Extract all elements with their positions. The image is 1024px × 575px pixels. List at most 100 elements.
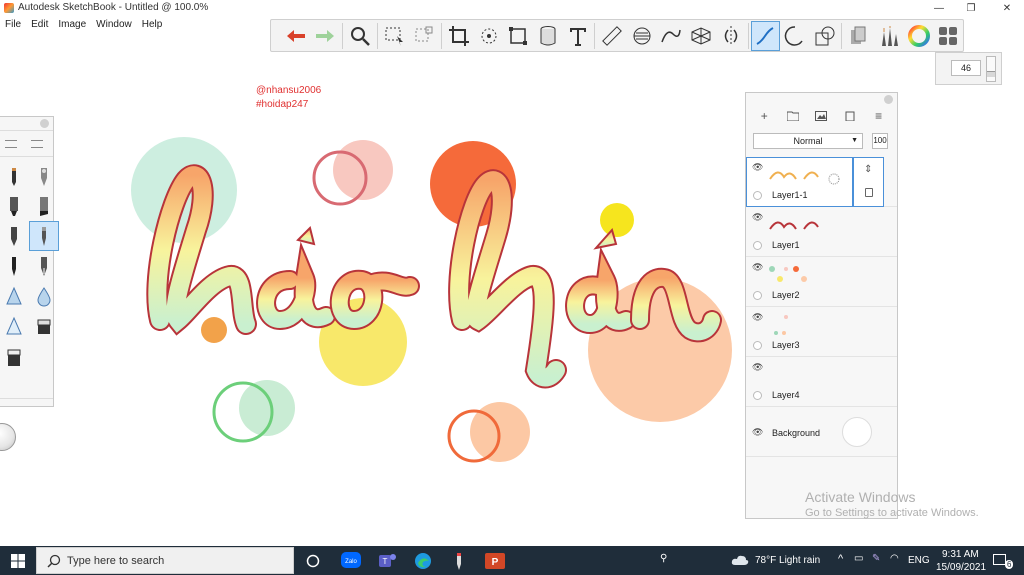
powerpoint-icon[interactable]: P [478,548,512,573]
airbrush-icon[interactable] [29,161,59,191]
pen-icon[interactable]: ✎ [872,553,880,564]
visibility-eye-icon[interactable]: 👁 [752,262,763,273]
perspective-icon[interactable] [686,21,716,51]
menu-help[interactable]: Help [137,17,168,33]
triangle-brush-icon[interactable] [0,281,29,311]
palette-header [0,117,53,131]
layer-row-background[interactable]: 👁 Background [746,407,897,457]
taskbar-search[interactable]: Type here to search [36,547,294,574]
canvas-icon[interactable] [533,21,563,51]
zoom-icon[interactable] [345,21,375,51]
brush-size-value[interactable]: 46 [951,60,981,76]
layer-row-layer1[interactable]: 👁 Layer1 [746,207,897,257]
visibility-eye-icon[interactable]: 👁 [752,162,763,173]
battery-icon[interactable]: ▭ [854,553,863,564]
visibility-eye-icon[interactable]: 👁 [752,312,763,323]
shape-icon[interactable] [810,21,840,51]
background-color-swatch[interactable] [842,417,872,447]
drawing-canvas[interactable] [100,80,740,480]
select-icon[interactable] [380,21,410,51]
redo-icon[interactable] [311,21,341,51]
wifi-icon[interactable]: ◠ [890,553,899,564]
sketchbook-icon[interactable] [442,548,476,573]
cortana-icon[interactable] [296,548,330,573]
brush-size-slider[interactable] [986,56,996,82]
layer-row-layer3[interactable]: 👁 Layer3 [746,307,897,357]
teams-icon[interactable]: T [370,548,404,573]
brush-settings-icon[interactable] [5,139,17,148]
menu-window[interactable]: Window [91,17,137,33]
curve-guide-icon[interactable] [657,21,687,51]
color-puck[interactable] [0,423,16,451]
delete-layer-icon[interactable] [843,109,857,123]
chevron-up-icon[interactable]: ^ [838,553,843,565]
fountain-pen-icon[interactable] [29,251,59,281]
close-icon[interactable] [884,95,893,104]
layer-select-radio[interactable] [753,341,762,350]
transform-icon[interactable] [410,21,440,51]
eraser-icon[interactable] [29,311,59,341]
color-wheel-icon[interactable] [904,21,934,51]
clock-time[interactable]: 9:31 AM [942,549,979,560]
brush-palette [0,116,59,407]
layer-list: 👁 Layer1-1 ⇕ 👁 Layer1 👁 Layer2 👁 Layer3 … [746,157,897,457]
paintbrush-icon[interactable] [29,221,59,251]
clock-date[interactable]: 15/09/2021 [936,562,986,573]
add-layer-icon[interactable]: + [757,109,771,123]
weather-text[interactable]: 78°F Light rain [755,555,820,566]
menu-edit[interactable]: Edit [26,17,53,33]
brush-size-puck[interactable]: 46 [935,52,1002,85]
lock-icon[interactable] [865,188,873,197]
ellipse-guide-icon[interactable] [627,21,657,51]
lasso-icon[interactable] [474,21,504,51]
soft-eraser-icon[interactable] [0,341,29,371]
move-layer-icon[interactable]: ⇕ [864,164,872,175]
calligraphy-pen-icon[interactable] [0,251,29,281]
layer-row-layer1-1[interactable]: 👁 Layer1-1 ⇕ [746,157,897,207]
circle-icon[interactable] [780,21,810,51]
fill-icon[interactable] [503,21,533,51]
visibility-eye-icon[interactable]: 👁 [752,362,763,373]
text-icon[interactable] [563,21,593,51]
layer-row-layer4[interactable]: 👁 Layer4 [746,357,897,407]
stroke-icon[interactable] [750,20,781,51]
layer-select-radio[interactable] [753,391,762,400]
people-icon[interactable]: ⚲ [660,553,667,564]
undo-icon[interactable] [281,21,311,51]
slider-thumb[interactable] [987,71,995,77]
menu-icon[interactable]: ≡ [872,109,886,123]
minimize-button[interactable]: — [924,0,954,17]
image-icon[interactable] [814,109,828,123]
water-drop-icon[interactable] [29,281,59,311]
brush-library-icon[interactable] [874,21,904,51]
folder-icon[interactable] [786,109,800,123]
close-button[interactable]: ✕ [992,0,1022,17]
close-icon[interactable] [40,119,49,128]
menu-image[interactable]: Image [53,17,91,33]
ruler-icon[interactable] [597,21,627,51]
windows-start-icon[interactable] [0,546,36,575]
marker-brush-icon[interactable] [0,191,29,221]
ink-pen-icon[interactable] [0,221,29,251]
visibility-eye-icon[interactable]: 👁 [752,212,763,223]
zalo-icon[interactable]: Zalo [334,548,368,573]
crop-icon[interactable] [444,21,474,51]
visibility-eye-icon[interactable]: 👁 [752,427,763,438]
menu-file[interactable]: File [0,17,26,33]
layer-select-radio[interactable] [753,291,762,300]
edge-icon[interactable] [406,548,440,573]
pencil-brush-icon[interactable] [0,161,29,191]
chisel-marker-icon[interactable] [29,191,59,221]
layer-select-radio[interactable] [753,191,762,200]
layer-row-layer2[interactable]: 👁 Layer2 [746,257,897,307]
symmetry-icon[interactable] [716,21,746,51]
layer-select-radio[interactable] [753,241,762,250]
opacity-field[interactable]: 100 [872,133,888,149]
palette-icon[interactable] [933,21,963,51]
maximize-button[interactable]: ❐ [956,0,986,17]
blend-mode-select[interactable]: Normal ▼ [753,133,863,149]
language-indicator[interactable]: ENG [908,555,930,566]
smudge-brush-icon[interactable] [0,311,29,341]
brush-list-icon[interactable] [31,139,43,148]
copic-icon[interactable] [844,21,874,51]
